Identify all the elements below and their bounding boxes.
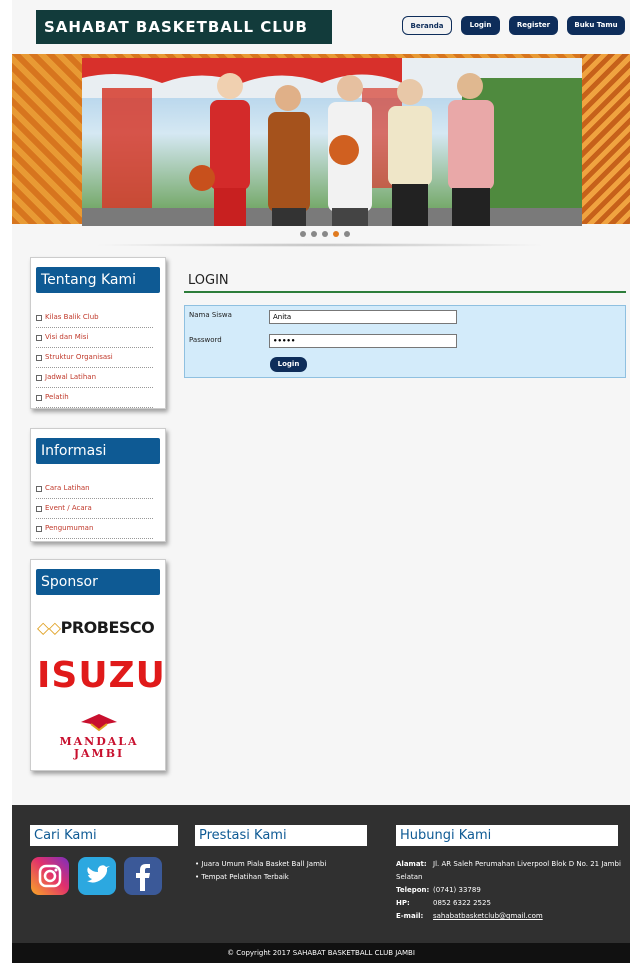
carousel-dot[interactable] [311, 231, 317, 237]
banner-pattern [580, 54, 630, 224]
nav-login-button[interactable]: Login [461, 16, 500, 35]
nav-buku-tamu-button[interactable]: Buku Tamu [567, 16, 625, 35]
informasi-box: Informasi Cara Latihan Event / Acara Pen… [30, 428, 166, 542]
facebook-glyph [136, 864, 150, 891]
login-title-underline [184, 291, 626, 293]
edit-icon [36, 485, 42, 492]
site-title: SAHABAT BASKETBALL CLUB JAMBI [36, 10, 332, 70]
sponsor-logo-label: PROBESCO [60, 618, 155, 637]
sponsor-logo-isuzu[interactable]: ISUZU [37, 655, 165, 697]
carousel-dot-active[interactable] [333, 231, 339, 237]
password-label: Password [189, 336, 222, 344]
informasi-list: Cara Latihan Event / Acara Pengumuman [36, 479, 153, 539]
hp-value: 0852 6322 2525 [433, 899, 491, 907]
informasi-title: Informasi [36, 438, 160, 464]
sidebar-item-label: Struktur Organisasi [45, 353, 113, 361]
login-title: LOGIN [188, 273, 229, 288]
edit-icon [36, 505, 42, 512]
sponsor-logo-probesco[interactable]: ◇◇PROBESCO [37, 618, 161, 637]
nav-register-button[interactable]: Register [509, 16, 558, 35]
sidebar-item-cara-latihan[interactable]: Cara Latihan [36, 479, 153, 499]
sponsor-box: Sponsor ◇◇PROBESCO ISUZU MANDALA JAMBI [30, 559, 166, 771]
alamat-label: Alamat: [396, 860, 427, 868]
prestasi-kami-title: Prestasi Kami [195, 825, 367, 846]
telepon-value: (0741) 33789 [433, 886, 481, 894]
hubungi-kami-title: Hubungi Kami [396, 825, 618, 846]
tentang-kami-list: Kilas Balik Club Visi dan Misi Struktur … [36, 308, 153, 408]
sidebar-item-label: Pengumuman [45, 524, 94, 532]
nav-beranda-button[interactable]: Beranda [402, 16, 452, 35]
cari-kami-title: Cari Kami [30, 825, 178, 846]
instagram-glyph [38, 864, 62, 888]
sidebar-item-label: Jadwal Latihan [45, 373, 97, 381]
carousel-dot[interactable] [344, 231, 350, 237]
tentang-kami-box: Tentang Kami Kilas Balik Club Visi dan M… [30, 257, 166, 409]
sponsor-logo-mandala[interactable]: MANDALA JAMBI [41, 712, 157, 760]
twitter-icon[interactable] [78, 857, 116, 895]
sidebar-item-pelatih[interactable]: Pelatih [36, 388, 153, 408]
password-input[interactable]: ••••• [269, 334, 457, 348]
sidebar-item-visi-misi[interactable]: Visi dan Misi [36, 328, 153, 348]
edit-icon [36, 334, 42, 341]
edit-icon [36, 394, 42, 401]
banner-photo-illustration [82, 58, 582, 226]
banner-dots [300, 231, 350, 237]
alamat-value: Jl. AR Saleh Perumahan Liverpool Blok D … [433, 860, 621, 868]
email-link[interactable]: sahabatbasketclub@gmail.com [433, 911, 543, 922]
login-submit-button[interactable]: Login [270, 357, 307, 372]
sponsor-title: Sponsor [36, 569, 160, 595]
sidebar-item-kilas-balik[interactable]: Kilas Balik Club [36, 308, 153, 328]
nama-siswa-input[interactable]: Anita [269, 310, 457, 324]
sidebar-item-label: Event / Acara [45, 504, 92, 512]
tentang-kami-title: Tentang Kami [36, 267, 160, 293]
carousel-dot[interactable] [300, 231, 306, 237]
sidebar-item-label: Pelatih [45, 393, 69, 401]
edit-icon [36, 354, 42, 361]
sidebar-item-label: Kilas Balik Club [45, 313, 99, 321]
email-label: E-mail: [396, 912, 424, 920]
nama-siswa-label: Nama Siswa [189, 311, 232, 319]
banner-photo [82, 58, 582, 226]
edit-icon [36, 525, 42, 532]
carousel-dot[interactable] [322, 231, 328, 237]
probesco-mark-icon: ◇◇ [37, 618, 61, 637]
sidebar-item-event[interactable]: Event / Acara [36, 499, 153, 519]
prestasi-item: • Juara Umum Piala Basket Ball Jambi [195, 860, 327, 868]
mandala-eagle-icon [81, 714, 117, 732]
sidebar-item-label: Cara Latihan [45, 484, 90, 492]
edit-icon [36, 374, 42, 381]
facebook-icon[interactable] [124, 857, 162, 895]
mandala-label: MANDALA JAMBI [59, 735, 139, 760]
alamat-value-line2: Selatan [396, 873, 423, 881]
hp-label: HP: [396, 899, 410, 907]
instagram-icon[interactable] [31, 857, 69, 895]
sidebar-item-pengumuman[interactable]: Pengumuman [36, 519, 153, 539]
sidebar-item-label: Visi dan Misi [45, 333, 89, 341]
telepon-label: Telepon: [396, 886, 430, 894]
prestasi-item: • Tempat Pelatihan Terbaik [195, 873, 289, 881]
twitter-glyph [87, 865, 110, 883]
edit-icon [36, 314, 42, 321]
copyright-text: © Copyright 2017 SAHABAT BASKETBALL CLUB… [12, 943, 630, 963]
banner-shadow [90, 243, 550, 247]
sidebar-item-jadwal[interactable]: Jadwal Latihan [36, 368, 153, 388]
sidebar-item-struktur[interactable]: Struktur Organisasi [36, 348, 153, 368]
